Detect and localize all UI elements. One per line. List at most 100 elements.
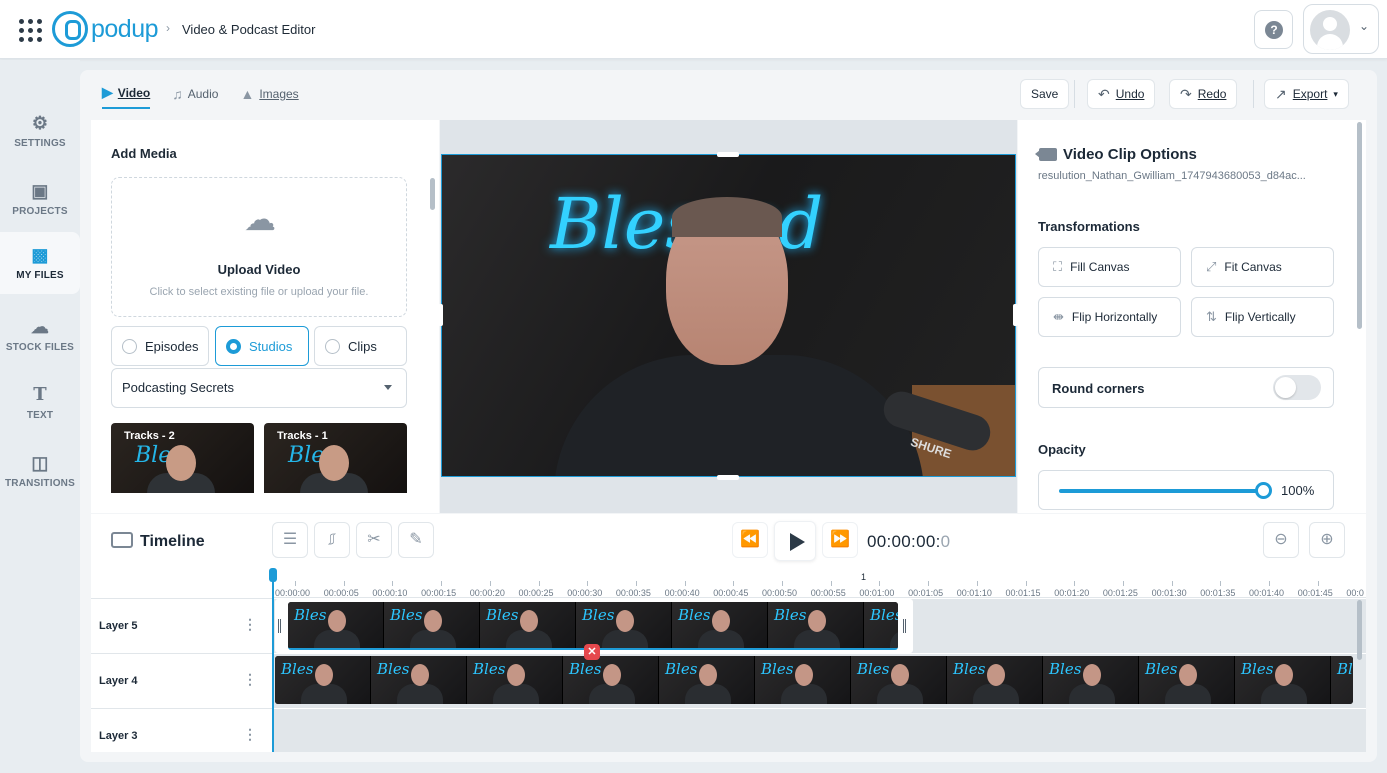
studio-select[interactable]: Podcasting Secrets (111, 368, 407, 408)
video-clip-layer-4[interactable]: Bles Bles Bles Bles Bles Bles Bles Bles Bles Bles… (275, 656, 1353, 704)
opacity-slider-track[interactable] (1059, 489, 1264, 493)
clip-trim-handle-left[interactable] (278, 619, 281, 633)
frame-face (315, 664, 333, 686)
undo-button[interactable]: ↶ Undo (1087, 79, 1156, 109)
left-panel-scrollbar[interactable] (430, 178, 435, 210)
video-clip-layer-5[interactable]: Bles Bles Bles Bles Bles Bles Bles (288, 602, 898, 650)
upload-title: Upload Video (217, 262, 301, 277)
fit-canvas-button[interactable]: ⤢ Fit Canvas (1191, 247, 1334, 287)
ruler-tick-mark (587, 581, 589, 586)
clip-trim-handle-right[interactable] (903, 619, 906, 633)
track-label: Tracks - 1 (277, 430, 328, 442)
timeline-ruler[interactable]: 00:00:00 00:00:05 00:00:10 00:00:15 00:00:20… (273, 568, 1366, 598)
fill-canvas-button[interactable]: ⛶ Fill Canvas (1038, 247, 1181, 287)
split-tool-button[interactable]: ⎎ (314, 522, 350, 558)
resize-handle-bottom[interactable] (717, 475, 739, 480)
opacity-slider-handle[interactable] (1255, 482, 1272, 499)
zoom-in-button[interactable]: ⊕ (1309, 522, 1345, 558)
export-button[interactable]: ↗ Export ▾ (1264, 79, 1349, 109)
ruler-tick-label: 00:00:30 (567, 588, 603, 598)
layers-tool-button[interactable]: ☰ (272, 522, 308, 558)
frame-figure (314, 630, 360, 648)
sidebar-item-my-files[interactable]: ▩ MY FILES (0, 232, 80, 294)
flip-horizontally-button[interactable]: ⇼ Flip Horizontally (1038, 297, 1181, 337)
frame-figure (506, 630, 552, 648)
ruler-tick-mark (1025, 581, 1027, 586)
source-clips-radio[interactable]: Clips (314, 326, 407, 366)
clip-frame: Bles (384, 602, 480, 648)
resize-handle-top[interactable] (717, 152, 739, 157)
delete-clip-button[interactable]: ✕ (584, 644, 600, 660)
help-button[interactable]: ? (1254, 10, 1293, 49)
playback-time: 00:00:00:0 (867, 532, 950, 552)
sidebar-item-projects[interactable]: ▣ PROJECTS (0, 168, 80, 230)
source-episodes-radio[interactable]: Episodes (111, 326, 209, 366)
sidebar-item-settings[interactable]: ⚙ SETTINGS (0, 100, 80, 162)
save-button[interactable]: Save (1020, 79, 1070, 109)
zoom-out-button[interactable]: ⊖ (1263, 522, 1299, 558)
clip-frame: Bles (768, 602, 864, 648)
pen-icon: ✎ (409, 531, 423, 548)
upload-dropzone[interactable]: ☁ Upload Video Click to select existing … (111, 177, 407, 317)
track-thumbnail[interactable]: Bles Tracks - 2 (111, 423, 254, 493)
apps-grid-icon[interactable] (19, 19, 42, 42)
layers-icon: ☰ (282, 531, 298, 548)
sidebar-item-label: SETTINGS (14, 138, 66, 149)
frame-figure (493, 684, 539, 704)
sidebar-item-stock-files[interactable]: ☁ STOCK FILES (0, 304, 80, 366)
frame-figure (877, 684, 923, 704)
resize-handle-left[interactable] (438, 304, 443, 326)
trim-tool-button[interactable]: ✂ (356, 522, 392, 558)
layer-lane-3[interactable] (273, 709, 1366, 752)
clip-options-title: Video Clip Options (1063, 146, 1197, 163)
neon-sign-graphic: Bles (294, 606, 327, 624)
ruler-tick-label: 00:01:20 (1054, 588, 1090, 598)
playhead[interactable] (269, 568, 277, 752)
ruler-tick-label: 00:00:15 (421, 588, 457, 598)
neon-sign-graphic: Bles (1241, 660, 1274, 678)
tab-images[interactable]: ▲ Images (240, 84, 298, 109)
fill-icon: ⛶ (1053, 259, 1063, 274)
play-button[interactable] (774, 521, 816, 561)
radio-label: Clips (348, 338, 377, 354)
brand-logo[interactable]: podup (52, 11, 159, 47)
round-corners-toggle[interactable] (1273, 375, 1321, 400)
right-panel-scrollbar[interactable] (1357, 122, 1362, 329)
podup-logo-icon (52, 11, 88, 47)
kebab-menu-icon[interactable]: ⋮ (243, 617, 257, 631)
video-icon: ▶ (102, 84, 113, 100)
frame-figure (698, 630, 744, 648)
source-studios-radio[interactable]: Studios (215, 326, 309, 366)
tab-video[interactable]: ▶ Video (102, 84, 151, 109)
frame-face (603, 664, 621, 686)
ruler-tick-mark (1074, 581, 1076, 586)
track-thumbnail[interactable]: Bles Tracks - 1 (264, 423, 407, 493)
music-note-icon: ♫ (172, 85, 183, 102)
kebab-menu-icon[interactable]: ⋮ (243, 727, 257, 741)
time-frame: 0 (940, 532, 951, 551)
video-preview[interactable]: Blessed SHURE (441, 154, 1016, 477)
frame-face (424, 610, 442, 632)
frame-figure (397, 684, 443, 704)
ruler-tick-label: 00:00:25 (518, 588, 554, 598)
timeline-scrollbar[interactable] (1357, 600, 1362, 660)
ruler-tick-mark (441, 581, 443, 586)
fast-forward-icon: ⏩ (830, 531, 850, 548)
fast-forward-button[interactable]: ⏩ (822, 522, 858, 558)
user-menu-button[interactable]: ⌄ (1303, 4, 1379, 54)
sidebar-item-transitions[interactable]: ◫ TRANSITIONS (0, 440, 80, 502)
opacity-value: 100% (1281, 483, 1315, 498)
round-corners-row: Round corners (1038, 367, 1334, 408)
ruler-tick-mark (1269, 581, 1270, 586)
frame-face (987, 664, 1005, 686)
ruler-tick-label: 00:00:50 (762, 588, 798, 598)
track-label: Tracks - 2 (124, 430, 175, 442)
flip-vertically-button[interactable]: ⇅ Flip Vertically (1191, 297, 1334, 337)
sidebar-item-text[interactable]: T TEXT (0, 372, 80, 434)
rewind-button[interactable]: ⏪ (732, 522, 768, 558)
edit-tool-button[interactable]: ✎ (398, 522, 434, 558)
kebab-menu-icon[interactable]: ⋮ (243, 672, 257, 686)
tab-audio[interactable]: ♫ Audio (172, 84, 218, 109)
redo-button[interactable]: ↷ Redo (1169, 79, 1238, 109)
ruler-tick-label: 00:01:05 (908, 588, 944, 598)
